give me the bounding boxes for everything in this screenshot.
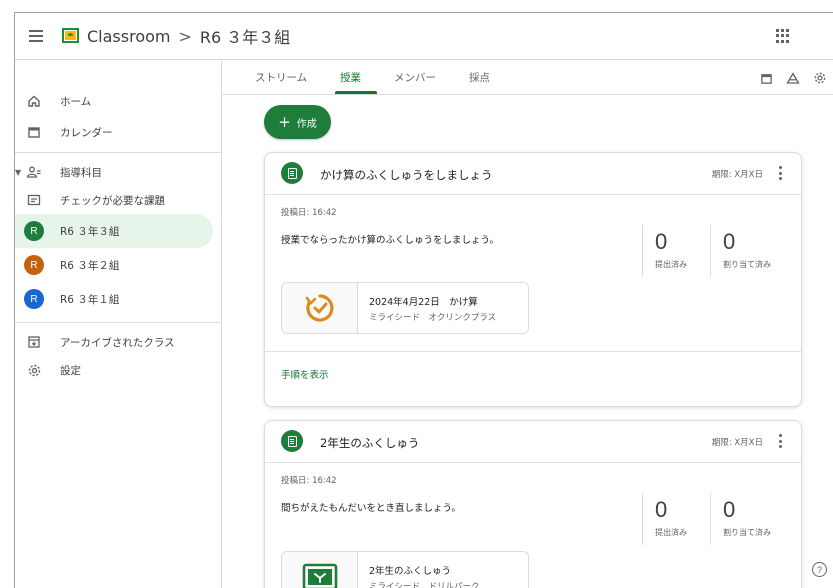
assignment-description: 授業でならったかけ算のふくしゅうをしましょう。 bbox=[281, 235, 499, 246]
tab-bar: ストリーム 授業 メンバー 採点 bbox=[222, 60, 833, 95]
view-instructions-link[interactable]: 手順を表示 bbox=[281, 367, 329, 381]
assignment-card: 2年生のふくしゅう 期限: X月X日 投稿日: 16:42 間ちがえたもんだいを… bbox=[264, 420, 802, 588]
more-options-icon[interactable] bbox=[779, 166, 783, 180]
create-button[interactable]: + 作成 bbox=[264, 105, 331, 139]
drill-park-icon bbox=[282, 552, 358, 588]
assignment-icon bbox=[281, 430, 303, 452]
people-icon bbox=[26, 164, 42, 180]
tab-grades[interactable]: 採点 bbox=[469, 70, 490, 85]
attachment-title: 2024年4月22日 かけ算 bbox=[369, 297, 478, 308]
assignment-card: かけ算のふくしゅうをしましょう 期限: X月X日 投稿日: 16:42 授業でな… bbox=[264, 152, 802, 407]
archive-icon bbox=[26, 334, 42, 350]
calendar-icon bbox=[26, 124, 42, 140]
attachment[interactable]: 2年生のふくしゅう ミライシード ドリルパーク bbox=[281, 551, 529, 588]
submitted-stat[interactable]: 0 提出済み bbox=[642, 225, 710, 277]
active-tab-indicator bbox=[335, 91, 377, 94]
attachment-title: 2年生のふくしゅう bbox=[369, 566, 452, 577]
clock-arrow-icon bbox=[282, 283, 358, 333]
sidebar-item-review[interactable]: チェックが必要な課題 bbox=[15, 183, 213, 217]
gear-icon bbox=[26, 362, 42, 378]
sidebar-item-label: アーカイブされたクラス bbox=[60, 336, 175, 349]
class-avatar: R bbox=[24, 289, 44, 309]
submitted-count: 0 bbox=[655, 229, 668, 254]
breadcrumb: Classroom > R6 ３年３組 bbox=[87, 24, 290, 48]
due-date: 期限: X月X日 bbox=[711, 170, 763, 180]
assignment-title[interactable]: 2年生のふくしゅう bbox=[320, 435, 419, 451]
assigned-stat[interactable]: 0 割り当て済み bbox=[710, 225, 778, 277]
submitted-label: 提出済み bbox=[655, 528, 687, 537]
sidebar-item-label: R6 ３年３組 bbox=[60, 225, 120, 238]
sidebar-item-label: チェックが必要な課題 bbox=[60, 194, 165, 207]
tab-stream[interactable]: ストリーム bbox=[255, 70, 307, 85]
google-apps-icon[interactable] bbox=[776, 29, 790, 43]
sidebar-item-class-r6-3-3[interactable]: R R6 ３年３組 bbox=[15, 214, 213, 248]
calendar-icon[interactable] bbox=[760, 70, 774, 84]
tab-classwork[interactable]: 授業 bbox=[340, 70, 361, 85]
expand-caret-icon[interactable]: ▼ bbox=[15, 168, 21, 177]
assignment-header[interactable]: かけ算のふくしゅうをしましょう 期限: X月X日 bbox=[265, 153, 801, 195]
class-avatar: R bbox=[24, 221, 44, 241]
tab-members[interactable]: メンバー bbox=[394, 70, 436, 85]
sidebar-item-label: R6 ３年２組 bbox=[60, 259, 120, 272]
assigned-count: 0 bbox=[723, 229, 736, 254]
assigned-label: 割り当て済み bbox=[723, 528, 771, 537]
plus-icon: + bbox=[278, 112, 291, 131]
sidebar-item-label: 設定 bbox=[60, 364, 81, 377]
sidebar-item-settings[interactable]: 設定 bbox=[15, 353, 213, 387]
assignment-description: 間ちがえたもんだいをとき直しましょう。 bbox=[281, 503, 461, 514]
assignment-icon bbox=[281, 162, 303, 184]
posted-time: 投稿日: 16:42 bbox=[281, 476, 337, 486]
breadcrumb-separator: > bbox=[178, 26, 192, 46]
submitted-stat[interactable]: 0 提出済み bbox=[642, 493, 710, 545]
assignment-header[interactable]: 2年生のふくしゅう 期限: X月X日 bbox=[265, 421, 801, 463]
attachment-source: ミライシード オクリンクプラス bbox=[369, 313, 497, 323]
top-bar: Classroom > R6 ３年３組 bbox=[15, 13, 833, 60]
todo-folder-icon bbox=[26, 192, 42, 208]
card-footer: 手順を表示 bbox=[265, 351, 801, 392]
assigned-count: 0 bbox=[723, 497, 736, 522]
class-name[interactable]: R6 ３年３組 bbox=[200, 24, 290, 48]
sidebar-item-calendar[interactable]: カレンダー bbox=[15, 115, 213, 149]
assigned-stat[interactable]: 0 割り当て済み bbox=[710, 493, 778, 545]
sidebar-item-label: ホーム bbox=[60, 95, 92, 108]
submitted-label: 提出済み bbox=[655, 260, 687, 269]
classroom-window: Classroom > R6 ３年３組 ホーム カレンダー ▼ 指導科目 チェッ… bbox=[14, 12, 833, 588]
sidebar-divider bbox=[15, 152, 221, 153]
help-icon[interactable]: ? bbox=[812, 562, 827, 577]
class-avatar: R bbox=[24, 255, 44, 275]
sidebar-item-label: R6 ３年１組 bbox=[60, 293, 120, 306]
class-settings-gear-icon[interactable] bbox=[813, 70, 827, 84]
due-date: 期限: X月X日 bbox=[711, 438, 763, 448]
sidebar: ホーム カレンダー ▼ 指導科目 チェックが必要な課題 R R6 ３年３組 R … bbox=[15, 60, 222, 588]
posted-time: 投稿日: 16:42 bbox=[281, 208, 337, 218]
assignment-title[interactable]: かけ算のふくしゅうをしましょう bbox=[320, 167, 493, 183]
home-icon bbox=[26, 93, 42, 109]
more-options-icon[interactable] bbox=[779, 434, 783, 448]
main-content: ストリーム 授業 メンバー 採点 + 作成 かけ算のふくしゅうをしましょう 期限… bbox=[222, 60, 833, 588]
classroom-logo-icon[interactable] bbox=[62, 28, 79, 43]
app-name[interactable]: Classroom bbox=[87, 27, 170, 46]
sidebar-item-home[interactable]: ホーム bbox=[15, 84, 213, 118]
attachment-source: ミライシード ドリルパーク bbox=[369, 582, 480, 588]
drive-icon[interactable] bbox=[786, 70, 800, 84]
create-button-label: 作成 bbox=[296, 118, 317, 130]
sidebar-divider bbox=[15, 322, 221, 323]
sidebar-item-class-r6-3-2[interactable]: R R6 ３年２組 bbox=[15, 248, 213, 282]
attachment[interactable]: 2024年4月22日 かけ算 ミライシード オクリンクプラス bbox=[281, 282, 529, 334]
main-menu-icon[interactable] bbox=[25, 25, 47, 47]
submitted-count: 0 bbox=[655, 497, 668, 522]
sidebar-item-label: 指導科目 bbox=[60, 166, 102, 179]
assigned-label: 割り当て済み bbox=[723, 260, 771, 269]
sidebar-item-class-r6-3-1[interactable]: R R6 ３年１組 bbox=[15, 282, 213, 316]
sidebar-item-label: カレンダー bbox=[60, 126, 113, 139]
